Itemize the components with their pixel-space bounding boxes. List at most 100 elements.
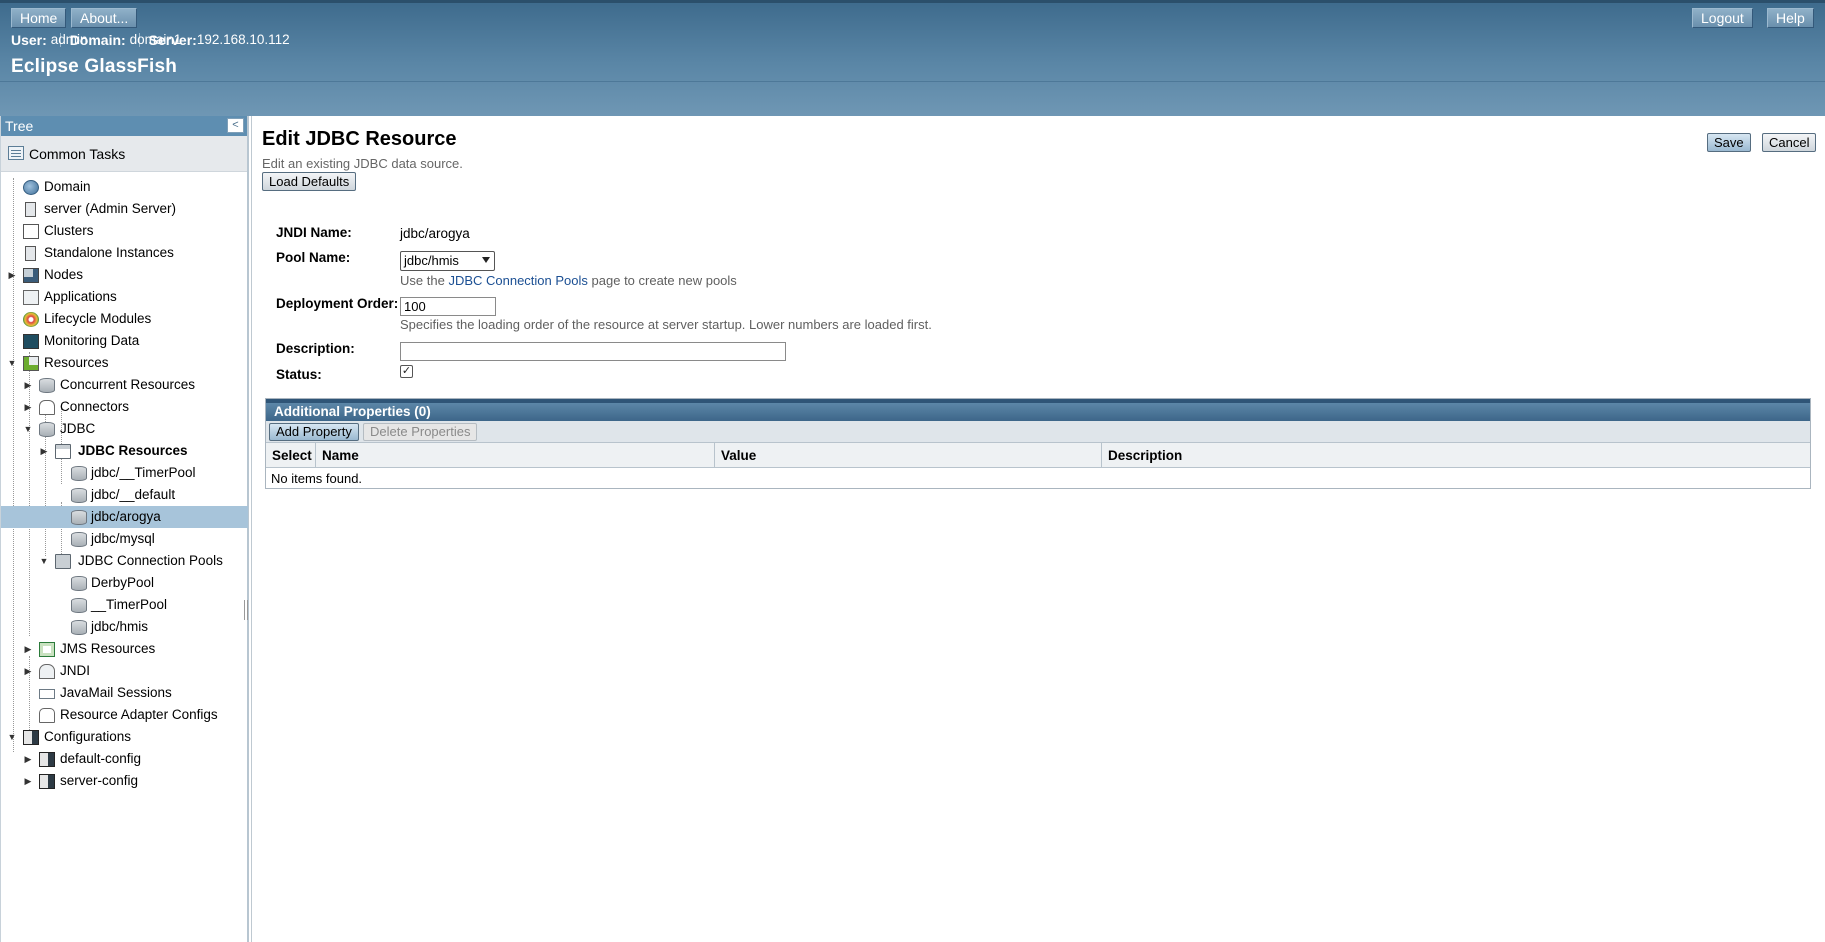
tree-node-clusters[interactable]: Clusters (1, 220, 248, 242)
tree-node-label: JavaMail Sessions (60, 685, 172, 700)
status-checkbox[interactable]: ✓ (400, 365, 413, 378)
about-button[interactable]: About... (71, 8, 138, 28)
help-button[interactable]: Help (1767, 8, 1814, 28)
pool-name-selected-value: jdbc/hmis (404, 253, 459, 268)
tree-node-jms-resources[interactable]: ▶ JMS Resources (1, 638, 248, 660)
tree-node-default-config[interactable]: ▶ default-config (1, 748, 248, 770)
tree-node-jdbc-arogya[interactable]: jdbc/arogya (1, 506, 248, 528)
cluster-icon (23, 224, 39, 239)
collapse-arrow-icon[interactable]: ▼ (7, 352, 17, 374)
tree-node-resource-adapter-configs[interactable]: Resource Adapter Configs (1, 704, 248, 726)
jndi-name-label: JNDI Name: (276, 225, 352, 240)
config-icon (23, 730, 39, 745)
config-icon (39, 774, 55, 789)
tree-node-connectors[interactable]: ▶ Connectors (1, 396, 248, 418)
tree-node-label: Configurations (44, 729, 132, 744)
tree-node-derbypool[interactable]: DerbyPool (1, 572, 248, 594)
expand-arrow-icon[interactable]: ▶ (23, 748, 33, 770)
pool-name-select[interactable]: jdbc/hmis (400, 251, 495, 271)
tree-node-lifecycle-modules[interactable]: Lifecycle Modules (1, 308, 248, 330)
pool-name-hint: Use the JDBC Connection Pools page to cr… (400, 273, 737, 288)
collapse-arrow-icon[interactable]: ▼ (39, 550, 49, 572)
tree-node-jdbc-timerpool[interactable]: jdbc/__TimerPool (1, 462, 248, 484)
application-icon (23, 290, 39, 305)
tree-node-label: JMS Resources (60, 641, 156, 656)
expand-arrow-icon[interactable]: ▶ (23, 770, 33, 792)
tree-node-jdbc-hmis[interactable]: jdbc/hmis (1, 616, 248, 638)
expand-arrow-icon[interactable]: ▶ (7, 264, 17, 286)
tree-node-monitoring-data[interactable]: Monitoring Data (1, 330, 248, 352)
tree-node-configurations[interactable]: ▼ Configurations (1, 726, 248, 748)
tree-node-javamail-sessions[interactable]: JavaMail Sessions (1, 682, 248, 704)
deployment-order-hint: Specifies the loading order of the resou… (400, 317, 932, 332)
collapse-arrow-icon[interactable]: ▼ (7, 726, 17, 748)
expand-arrow-icon[interactable]: ▶ (23, 374, 33, 396)
delete-properties-button: Delete Properties (363, 423, 478, 441)
tree-node-jdbc-default[interactable]: jdbc/__default (1, 484, 248, 506)
common-tasks-link[interactable]: Common Tasks (1, 136, 247, 172)
tree-node-concurrent-resources[interactable]: ▶ Concurrent Resources (1, 374, 248, 396)
jms-icon (39, 642, 55, 657)
tree-node-jdbc-resources[interactable]: ▶ JDBC Resources (1, 440, 248, 462)
additional-properties-table: Additional Properties (0) Add Property D… (265, 398, 1811, 489)
deployment-order-input[interactable] (400, 297, 496, 316)
load-defaults-button[interactable]: Load Defaults (262, 172, 357, 191)
session-info: User: admin Domain: domain1 Server: 192.16… (11, 32, 290, 48)
expand-arrow-icon[interactable]: ▶ (23, 660, 33, 682)
collapse-tree-icon[interactable]: < (227, 118, 244, 133)
expand-arrow-icon[interactable]: ▶ (23, 638, 33, 660)
masthead-divider (0, 81, 1825, 82)
tree-node-label: Applications (44, 289, 117, 304)
tree-node-resources[interactable]: ▼ Resources (1, 352, 248, 374)
tree-node-jndi[interactable]: ▶ JNDI (1, 660, 248, 682)
column-header-value[interactable]: Value (715, 443, 1102, 468)
tree-resize-handle[interactable] (244, 600, 248, 620)
properties-header-row: Select Name Value Description (266, 443, 1810, 468)
tree-node-domain[interactable]: Domain (1, 176, 248, 198)
tree-node-label: JNDI (60, 663, 90, 678)
logout-button[interactable]: Logout (1692, 8, 1753, 28)
tree-node-nodes[interactable]: ▶ Nodes (1, 264, 248, 286)
expand-arrow-icon[interactable]: ▶ (23, 396, 33, 418)
tree-node-server-config[interactable]: ▶ server-config (1, 770, 248, 792)
jdbc-connection-pools-link[interactable]: JDBC Connection Pools (448, 273, 587, 288)
folder-icon (55, 554, 71, 569)
empty-table-message: No items found. (271, 471, 363, 486)
tree-node-label: jdbc/__TimerPool (91, 465, 196, 480)
expand-arrow-icon[interactable]: ▶ (39, 440, 49, 462)
tree-node-applications[interactable]: Applications (1, 286, 248, 308)
tree-node-label: Domain (44, 179, 91, 194)
node-icon (23, 268, 39, 283)
column-header-name[interactable]: Name (316, 443, 715, 468)
tree-node-label: server (Admin Server) (44, 201, 177, 216)
tree-node-label: Resource Adapter Configs (60, 707, 218, 722)
tree-node-standalone-instances[interactable]: Standalone Instances (1, 242, 248, 264)
database-icon (39, 422, 55, 437)
tree-node-label: jdbc/__default (91, 487, 176, 502)
add-property-button[interactable]: Add Property (269, 423, 359, 441)
config-icon (39, 752, 55, 767)
product-brand: Eclipse GlassFish (11, 56, 178, 77)
collapse-arrow-icon[interactable]: ▼ (23, 418, 33, 440)
column-header-select[interactable]: Select (266, 443, 316, 468)
page-title: Edit JDBC Resource (262, 128, 457, 150)
column-header-description[interactable]: Description (1102, 443, 1810, 468)
tree-node-timerpool[interactable]: __TimerPool (1, 594, 248, 616)
chevron-down-icon (482, 257, 490, 263)
description-label: Description: (276, 341, 355, 356)
tree-node-jdbc-connection-pools[interactable]: ▼ JDBC Connection Pools (1, 550, 248, 572)
tree-title: Tree (5, 118, 34, 134)
home-button[interactable]: Home (11, 8, 67, 28)
save-button[interactable]: Save (1707, 133, 1751, 152)
database-icon (71, 510, 87, 525)
status-label: Status: (276, 367, 322, 382)
tree-node-jdbc[interactable]: ▼ JDBC (1, 418, 248, 440)
description-input[interactable] (400, 342, 786, 361)
tree-node-label: default-config (60, 751, 142, 766)
tree-node-label: JDBC (60, 421, 96, 436)
adapter-icon (39, 708, 55, 723)
tree-node-admin-server[interactable]: server (Admin Server) (1, 198, 248, 220)
tree-node-jdbc-mysql[interactable]: jdbc/mysql (1, 528, 248, 550)
tree-header: Tree < (1, 116, 247, 136)
cancel-button[interactable]: Cancel (1762, 133, 1817, 152)
